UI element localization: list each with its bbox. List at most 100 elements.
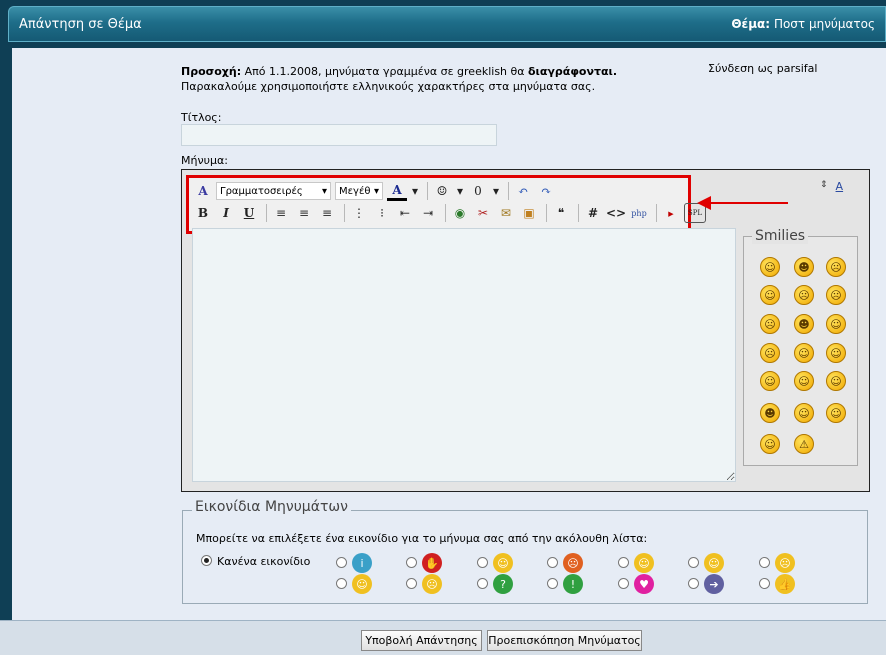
separator (344, 204, 345, 222)
editor-toolbar: A Γραμματοσειρές ▾ Μεγέθ ▾ A ▾ ☺ ▾ 0 ▾ ↶… (186, 175, 706, 234)
underline-icon[interactable]: U (239, 203, 259, 223)
post-icon-radio[interactable] (547, 557, 558, 568)
neutral-icon: ☺ (704, 553, 724, 573)
title-bar: Απάντηση σε Θέμα Θέμα: Ποστ μηνύματος (8, 6, 886, 42)
info-icon: i (352, 553, 372, 573)
post-icon-radio[interactable] (406, 557, 417, 568)
resize-icon[interactable]: ⇕ (820, 180, 828, 193)
quote-icon[interactable]: ❝ (551, 203, 571, 223)
smiley-icon[interactable]: ☺ (760, 371, 780, 391)
smiley-icon[interactable]: ☻ (794, 257, 814, 277)
smiley-icon[interactable]: ☻ (794, 314, 814, 334)
outdent-icon[interactable]: ⇤ (395, 203, 415, 223)
code-hash-icon[interactable]: # (583, 203, 603, 223)
chevron-down-icon[interactable]: ▾ (410, 181, 420, 201)
smiley-icon[interactable]: ☺ (826, 403, 846, 423)
separator (427, 182, 428, 200)
chevron-down-icon[interactable]: ▾ (455, 181, 465, 201)
post-icon-radio[interactable] (759, 557, 770, 568)
toolbar-row-2: B I U ≡ ≡ ≡ ⋮ ⁝ ⇤ ⇥ ◉ ✂ ✉ ▣ ❝ # <> php ▶… (193, 203, 709, 223)
scared-icon: ☹ (422, 574, 442, 594)
smiley-icon[interactable]: ☹ (826, 285, 846, 305)
submit-reply-button[interactable]: Υποβολή Απάντησης (361, 630, 482, 651)
post-icon-none-radio[interactable] (201, 555, 212, 566)
separator (578, 204, 579, 222)
insert-link-icon[interactable]: ◉ (450, 203, 470, 223)
italic-icon[interactable]: I (216, 203, 236, 223)
remove-format-icon[interactable]: A (193, 181, 213, 201)
smiley-icon[interactable]: ☺ (760, 257, 780, 277)
separator (266, 204, 267, 222)
logged-in-as: Σύνδεση ως parsifal (708, 62, 818, 75)
attachment-icon[interactable]: 0 (468, 181, 488, 201)
question-icon: ? (493, 574, 513, 594)
post-icon-radio[interactable] (618, 578, 629, 589)
post-icon-radio[interactable] (547, 578, 558, 589)
arrow-right-icon: ➔ (704, 574, 724, 594)
smiley-icon[interactable]: ☺ (794, 371, 814, 391)
font-color-icon[interactable]: A (387, 181, 407, 201)
thread-name[interactable]: Ποστ μηνύματος (774, 17, 875, 31)
heart-icon: ♥ (634, 574, 654, 594)
smiley-icon[interactable]: ☻ (760, 403, 780, 423)
smiley-icon[interactable]: ☺ (826, 371, 846, 391)
chevron-down-icon: ▾ (321, 185, 327, 197)
post-icon-radio[interactable] (336, 578, 347, 589)
font-select-value: Γραμματοσειρές (220, 185, 303, 197)
unordered-list-icon[interactable]: ⁝ (372, 203, 392, 223)
indent-icon[interactable]: ⇥ (418, 203, 438, 223)
undo-icon[interactable]: ↶ (513, 181, 533, 201)
preview-message-button[interactable]: Προεπισκόπηση Μηνύματος (487, 630, 642, 651)
post-icon-radio[interactable] (406, 578, 417, 589)
insert-email-icon[interactable]: ✉ (496, 203, 516, 223)
size-select[interactable]: Μεγέθ ▾ (335, 182, 383, 200)
php-code-icon[interactable]: php (629, 203, 649, 223)
greeklish-notice: Προσοχή: Από 1.1.2008, μηνύματα γραμμένα… (181, 64, 701, 94)
editor-side-controls: ⇕ A (820, 180, 843, 193)
smiley-icon[interactable]: ☺ (794, 403, 814, 423)
smiley-icon[interactable]: ☹ (760, 343, 780, 363)
switch-editor-mode-icon[interactable]: A (836, 180, 844, 193)
thread-info: Θέμα: Ποστ μηνύματος (731, 17, 875, 31)
smiley-icon[interactable]: ☹ (826, 257, 846, 277)
redo-icon[interactable]: ↷ (536, 181, 556, 201)
ordered-list-icon[interactable]: ⋮ (349, 203, 369, 223)
warning-text: Από 1.1.2008, μηνύματα γραμμένα σε greek… (244, 65, 525, 78)
post-icon-radio[interactable] (688, 578, 699, 589)
youtube-icon[interactable]: ▶ (661, 203, 681, 223)
warning-label: Προσοχή: (181, 65, 242, 78)
align-left-icon[interactable]: ≡ (271, 203, 291, 223)
smiley-icon[interactable]: ☺ (826, 314, 846, 334)
post-icon-radio[interactable] (688, 557, 699, 568)
font-select[interactable]: Γραμματοσειρές ▾ (216, 182, 331, 200)
post-icon-radio[interactable] (759, 578, 770, 589)
smiley-icon[interactable]: ☹ (794, 285, 814, 305)
thread-label: Θέμα: (731, 17, 771, 31)
smiley-icon[interactable]: ☺ (760, 285, 780, 305)
grin-icon: ☺ (634, 553, 654, 573)
message-textarea[interactable] (192, 228, 736, 482)
align-right-icon[interactable]: ≡ (317, 203, 337, 223)
remove-link-icon[interactable]: ✂ (473, 203, 493, 223)
title-input[interactable] (181, 124, 497, 146)
html-code-icon[interactable]: <> (606, 203, 626, 223)
post-icon-radio[interactable] (477, 578, 488, 589)
title-label: Τίτλος: (181, 111, 222, 124)
smiley-icon[interactable]: ☺ (432, 181, 452, 201)
post-icon-radio[interactable] (336, 557, 347, 568)
insert-image-icon[interactable]: ▣ (519, 203, 539, 223)
thumbs-up-icon: 👍 (775, 574, 795, 594)
smiley-icon[interactable]: ⚠ (794, 434, 814, 454)
smiley-icon[interactable]: ☺ (760, 434, 780, 454)
size-select-value: Μεγέθ (339, 185, 371, 197)
smiley-icon[interactable]: ☹ (760, 314, 780, 334)
smiley-icon[interactable]: ☺ (794, 343, 814, 363)
post-icons-description: Μπορείτε να επιλέξετε ένα εικονίδιο για … (196, 532, 648, 545)
chevron-down-icon[interactable]: ▾ (491, 181, 501, 201)
bold-icon[interactable]: B (193, 203, 213, 223)
post-icon-radio[interactable] (618, 557, 629, 568)
post-icon-radio[interactable] (477, 557, 488, 568)
page-title: Απάντηση σε Θέμα (19, 17, 142, 32)
align-center-icon[interactable]: ≡ (294, 203, 314, 223)
smiley-icon[interactable]: ☺ (826, 343, 846, 363)
